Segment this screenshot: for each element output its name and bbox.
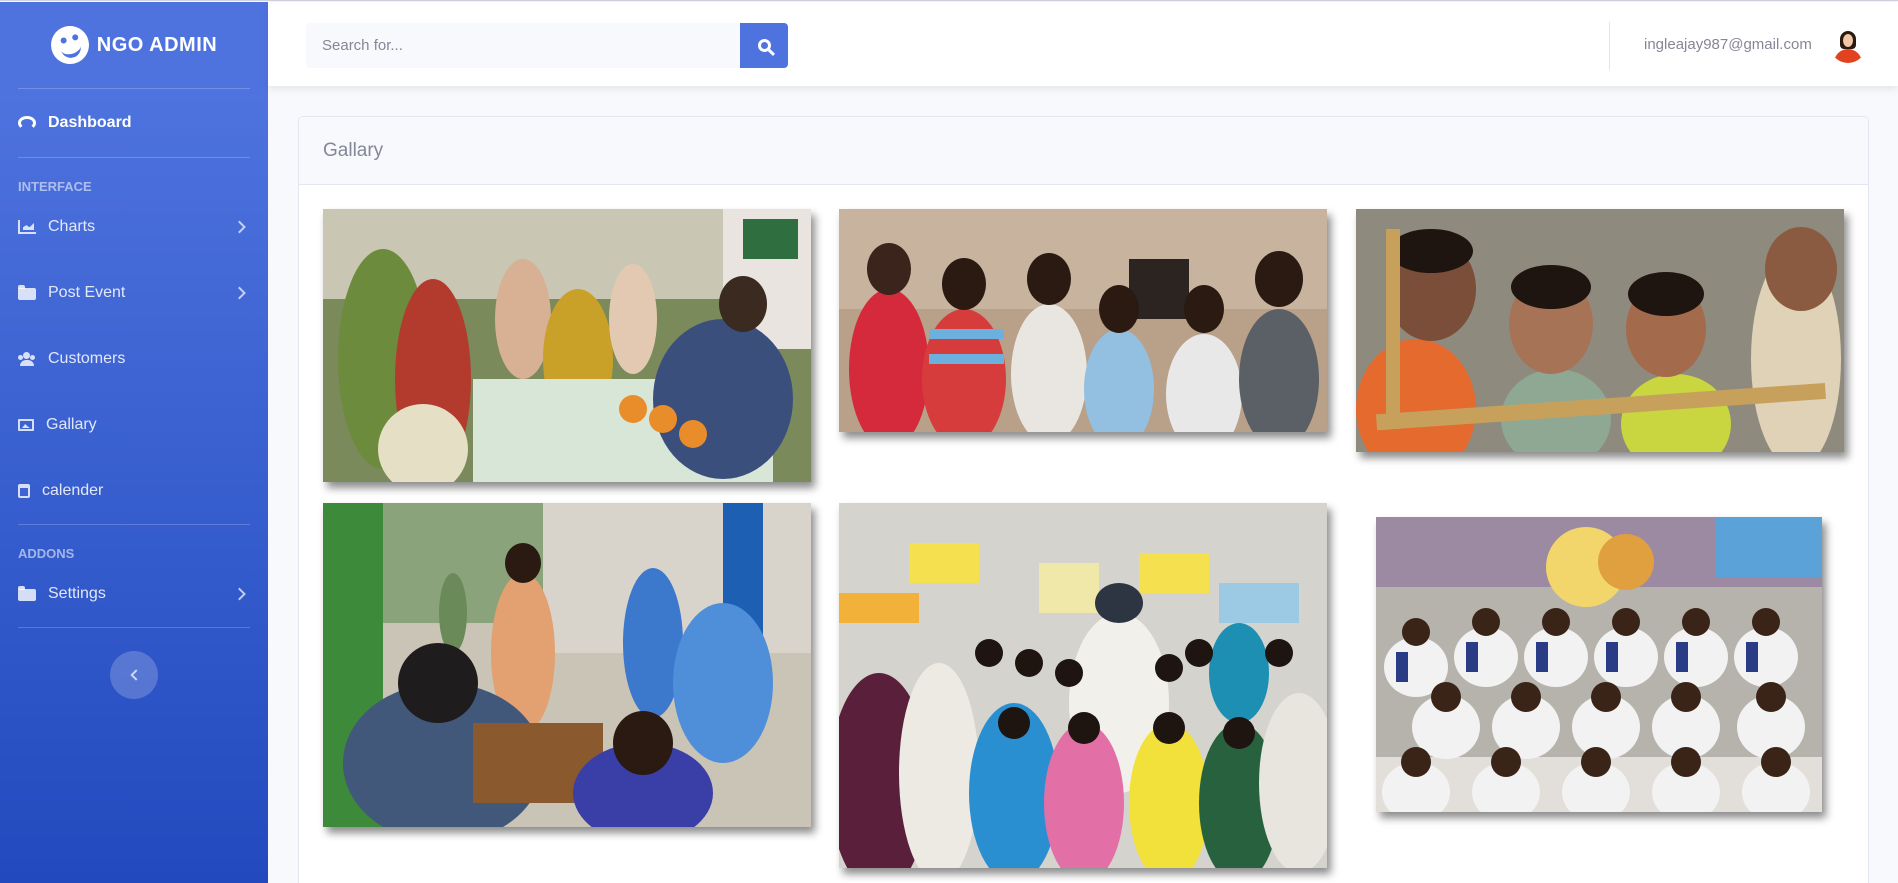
tachometer-icon — [18, 116, 36, 130]
search-button[interactable] — [740, 23, 788, 68]
avatar-body — [1834, 49, 1862, 63]
sidebar-toggle-button[interactable] — [110, 651, 158, 699]
folder-icon — [18, 285, 36, 300]
gallery-photo-vaccination-queue[interactable] — [323, 503, 811, 827]
gallery-photo-children-thumbs-up[interactable] — [839, 209, 1327, 432]
gallery-photo-health-camp[interactable] — [323, 209, 811, 482]
sidebar-item-label: Charts — [48, 218, 96, 235]
users-icon — [18, 352, 36, 366]
chevron-left-icon — [130, 669, 142, 681]
avatar[interactable] — [1830, 27, 1866, 63]
chevron-right-icon — [233, 587, 246, 601]
sidebar-divider — [18, 627, 250, 628]
user-email[interactable]: ingleajay987@gmail.com — [1644, 36, 1812, 53]
sidebar-item-label: Gallary — [46, 416, 97, 433]
chevron-right-icon — [233, 286, 246, 300]
brand-name: NGO ADMIN — [96, 33, 218, 56]
sidebar-heading-interface: INTERFACE — [18, 179, 92, 194]
gallery-photo-children-smiling[interactable] — [1356, 209, 1844, 452]
sidebar-item-customers[interactable]: Customers — [0, 326, 268, 392]
topbar: ingleajay987@gmail.com — [268, 2, 1898, 86]
search-icon — [757, 39, 771, 52]
calendar-icon — [18, 484, 30, 498]
sidebar-item-charts[interactable]: Charts — [0, 194, 268, 260]
smile-logo-icon — [46, 21, 94, 69]
sidebar-item-settings[interactable]: Settings — [0, 561, 268, 627]
gallery-photo-group-children[interactable] — [839, 503, 1327, 868]
sidebar-item-label: Post Event — [48, 284, 126, 301]
sidebar-item-gallary[interactable]: Gallary — [0, 392, 268, 458]
folder-icon — [18, 586, 36, 601]
sidebar-item-post-event[interactable]: Post Event — [0, 260, 268, 326]
topbar-divider — [1609, 22, 1610, 70]
avatar-face — [1843, 34, 1853, 47]
gallery-title: Gallary — [299, 117, 1868, 185]
sidebar-item-label: Customers — [48, 350, 126, 367]
sidebar-item-label: Settings — [48, 585, 106, 602]
chevron-right-icon — [233, 220, 246, 234]
chart-area-icon — [18, 220, 36, 234]
search-input[interactable] — [306, 23, 740, 68]
brand[interactable]: NGO ADMIN — [0, 2, 268, 88]
image-icon — [18, 419, 34, 431]
sidebar-item-calender[interactable]: calender — [0, 458, 268, 524]
gallery-photo-school-crowd[interactable] — [1376, 517, 1822, 812]
sidebar: NGO ADMIN Dashboard INTERFACE Charts Pos… — [0, 2, 268, 883]
search-form — [306, 23, 788, 68]
sidebar-heading-addons: ADDONS — [18, 546, 75, 561]
sidebar-item-label: calender — [42, 482, 104, 499]
sidebar-item-label: Dashboard — [48, 114, 132, 131]
sidebar-item-dashboard[interactable]: Dashboard — [0, 89, 268, 157]
